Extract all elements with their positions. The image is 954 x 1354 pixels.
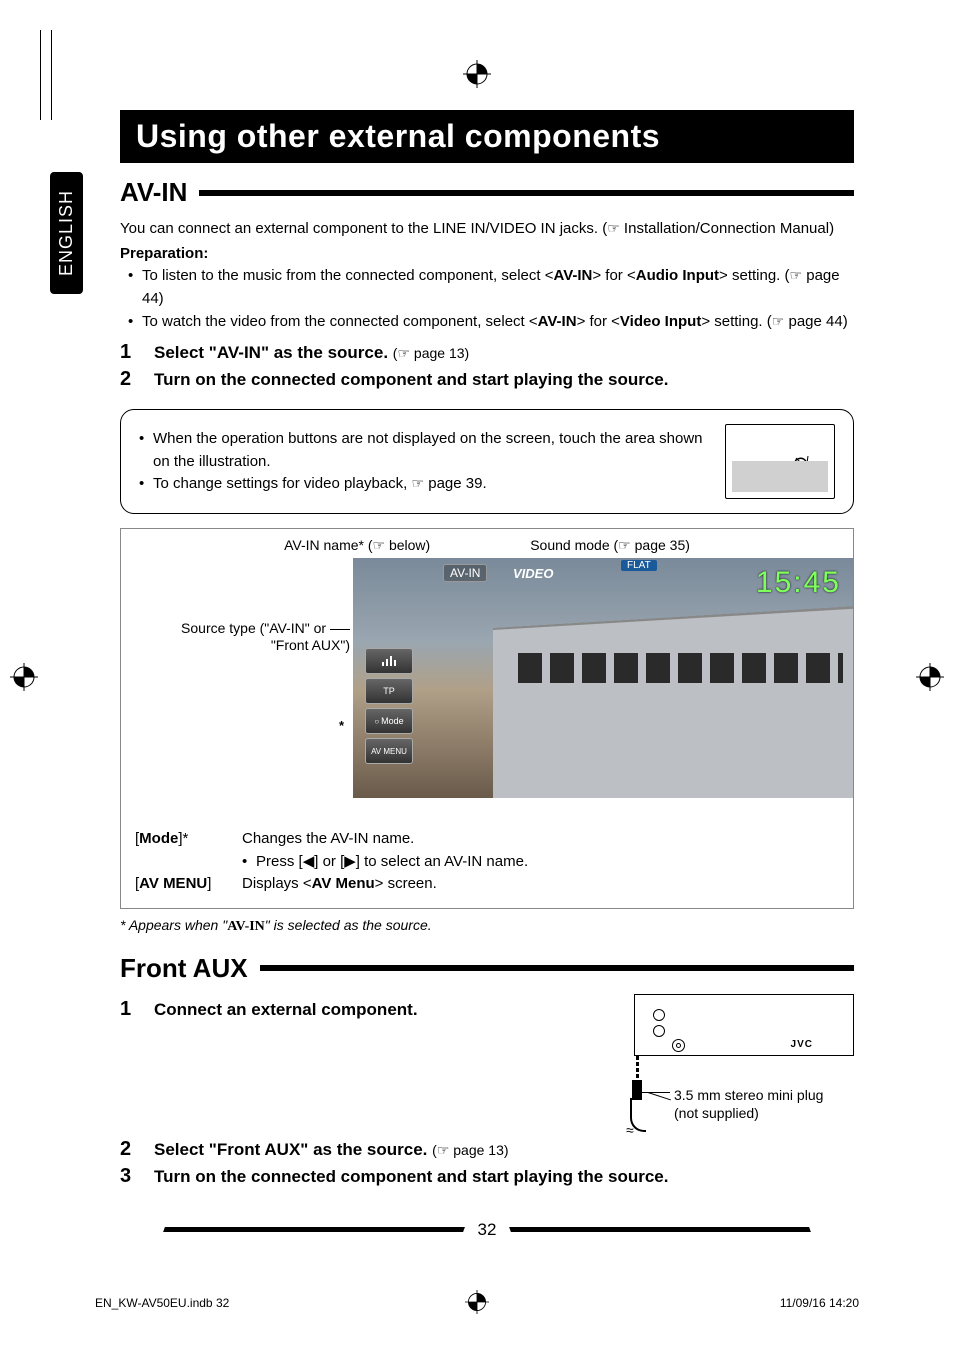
section-heading-aux-text: Front AUX — [120, 953, 248, 984]
crop-mark-bottom — [465, 1290, 489, 1317]
pointer-icon: ☞ — [397, 345, 410, 361]
preparation-bullets: To listen to the music from the connecte… — [128, 264, 854, 334]
crop-mark-left — [10, 663, 38, 691]
aux-step-3: 3 Turn on the connected component and st… — [120, 1165, 854, 1188]
device-screenshot: AV-IN VIDEO FLAT 15:45 TP Mode AV MENU — [353, 558, 853, 798]
device-outline: JVC — [634, 994, 854, 1056]
section-heading-aux: Front AUX — [120, 953, 854, 984]
pointer-icon: ☞ — [412, 475, 425, 491]
screen-tp-button[interactable]: TP — [365, 678, 413, 704]
func-val-mode: Changes the AV-IN name. Press [◀] or [▶]… — [242, 828, 839, 873]
callout-sound-mode: Sound mode (☞ page 35) — [530, 537, 690, 554]
pointer-icon: ☞ — [373, 537, 386, 553]
crop-mark-top — [463, 60, 491, 88]
step-number: 1 — [120, 998, 138, 1021]
avin-lead: You can connect an external component to… — [120, 218, 854, 241]
tip-list: When the operation buttons are not displ… — [139, 428, 709, 496]
section-heading-avin: AV-IN — [120, 177, 854, 208]
prep-bullet-audio: To listen to the music from the connecte… — [128, 264, 854, 311]
avin-step-1: 1 Select "AV-IN" as the source. (☞ page … — [120, 341, 854, 364]
pointer-icon: ☞ — [772, 313, 785, 329]
pointer-icon: ☞ — [618, 537, 631, 553]
screen-eq-button[interactable] — [365, 648, 413, 674]
leader-line — [642, 1092, 670, 1093]
avin-step-2: 2 Turn on the connected component and st… — [120, 368, 854, 391]
func-row-avmenu: [AV MENU] Displays <AV Menu> screen. — [135, 873, 839, 896]
footer-timestamp: 11/09/16 14:20 — [780, 1296, 859, 1310]
step-number: 2 — [120, 1138, 138, 1161]
aux-connection-diagram: JVC 3.5 mm stereo mini plug (not supplie… — [594, 994, 854, 1134]
triangle-left-icon: ◀ — [303, 853, 315, 870]
screen-subtitle: VIDEO — [513, 566, 553, 581]
pointer-icon: ☞ — [437, 1142, 450, 1158]
triangle-right-icon: ▶ — [344, 853, 356, 870]
callout-star: * — [339, 718, 344, 733]
section-heading-avin-text: AV-IN — [120, 177, 187, 208]
tip-touch-area: When the operation buttons are not displ… — [139, 428, 709, 473]
page-edge-lines — [40, 30, 70, 120]
crop-mark-right — [916, 663, 944, 691]
aux-jack-icon — [672, 1039, 685, 1052]
step-number: 3 — [120, 1165, 138, 1188]
screen-sound-mode-badge: FLAT — [621, 560, 657, 571]
pointer-icon: ☞ — [790, 267, 803, 283]
step-text: Select "Front AUX" as the source. (☞ pag… — [154, 1140, 509, 1160]
func-key-mode: [Mode]* — [135, 828, 230, 873]
footer-filename: EN_KW-AV50EU.indb 32 — [95, 1296, 229, 1310]
callout-avin-name: AV-IN name* (☞ below) — [284, 537, 430, 554]
page-title: Using other external components — [120, 110, 854, 163]
screen-clock: 15:45 — [756, 566, 841, 600]
func-val-avmenu: Displays <AV Menu> screen. — [242, 873, 839, 896]
aux-step-2: 2 Select "Front AUX" as the source. (☞ p… — [120, 1138, 854, 1161]
jvc-logo: JVC — [791, 1039, 813, 1050]
screen-source-tag: AV-IN — [443, 564, 487, 582]
func-row-mode: [Mode]* Changes the AV-IN name. Press [◀… — [135, 828, 839, 873]
screenshot-block: AV-IN name* (☞ below) Sound mode (☞ page… — [120, 528, 854, 909]
tip-box: When the operation buttons are not displ… — [120, 409, 854, 514]
preparation-label: Preparation: — [120, 245, 854, 262]
step-number: 2 — [120, 368, 138, 391]
plug-label: 3.5 mm stereo mini plug (not supplied) — [674, 1086, 823, 1122]
step-text: Select "AV-IN" as the source. (☞ page 13… — [154, 343, 469, 363]
tip-video-settings: To change settings for video playback, ☞… — [139, 473, 709, 496]
print-footer: EN_KW-AV50EU.indb 32 11/09/16 14:20 — [95, 1296, 859, 1310]
callout-source-type: Source type ("AV-IN" or "Front AUX") — [135, 620, 350, 654]
screen-function-table: [Mode]* Changes the AV-IN name. Press [◀… — [121, 818, 853, 908]
step-text: Turn on the connected component and star… — [154, 1167, 668, 1187]
mini-plug-icon — [632, 1056, 642, 1100]
touch-illustration — [725, 424, 835, 499]
pointer-icon: ☞ — [607, 220, 620, 236]
step-text: Connect an external component. — [154, 1000, 418, 1020]
func-key-avmenu: [AV MENU] — [135, 873, 230, 896]
step-text: Turn on the connected component and star… — [154, 370, 668, 390]
aux-step-1: 1 Connect an external component. — [120, 998, 564, 1021]
hand-icon — [788, 454, 830, 496]
step-number: 1 — [120, 341, 138, 364]
language-tab: ENGLISH — [50, 172, 83, 294]
page-number: 32 — [464, 1220, 511, 1240]
page-number-ornament: 32 — [120, 1220, 854, 1240]
screen-avmenu-button[interactable]: AV MENU — [365, 738, 413, 764]
prep-bullet-video: To watch the video from the connected co… — [128, 310, 854, 333]
avin-footnote: * Appears when "AV-IN" is selected as th… — [120, 917, 854, 935]
cable-icon — [630, 1098, 646, 1132]
screen-mode-button[interactable]: Mode — [365, 708, 413, 734]
